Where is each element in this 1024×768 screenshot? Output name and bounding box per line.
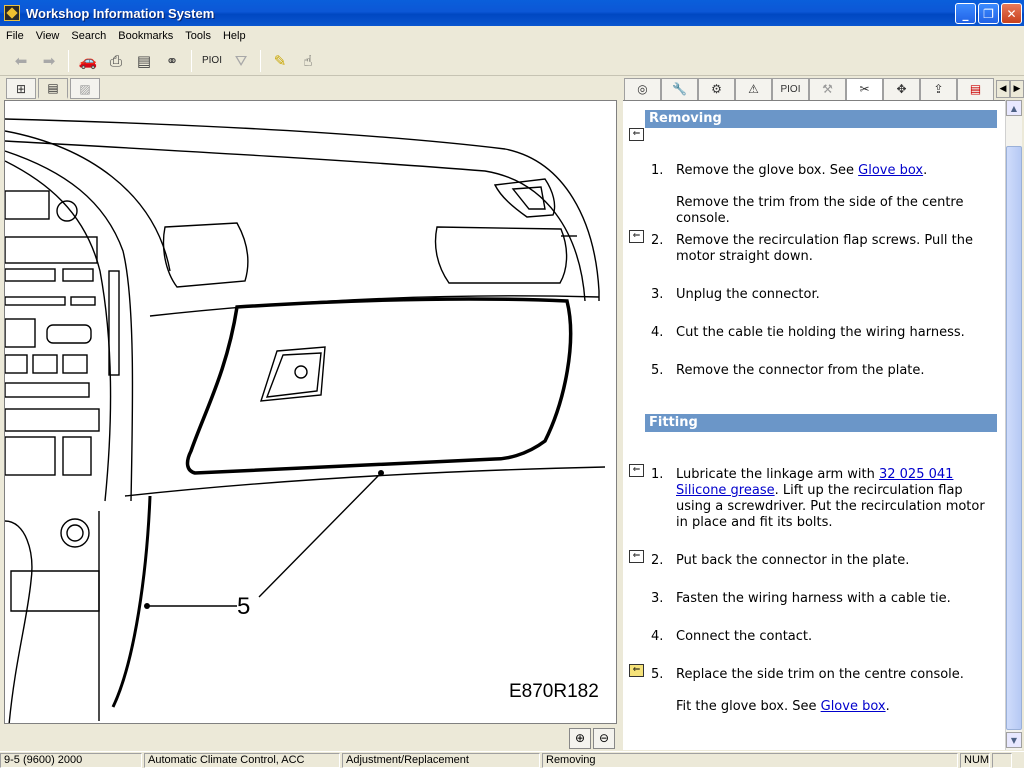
- menu-file[interactable]: File: [0, 30, 30, 42]
- toolbar-separator: [191, 49, 192, 72]
- vertical-scrollbar[interactable]: ▲ ▼: [1005, 100, 1022, 750]
- print-preview-icon[interactable]: ▤: [131, 48, 157, 74]
- binoculars-icon[interactable]: ⚭: [159, 48, 185, 74]
- title-bar: Workshop Information System _ ❐ ✕: [0, 0, 1024, 26]
- pot-icon[interactable]: ◎: [624, 77, 661, 100]
- step-link-icon[interactable]: ⇐: [629, 230, 644, 243]
- menu-tools[interactable]: Tools: [179, 30, 217, 42]
- toolbar-separator: [260, 49, 261, 72]
- removing-step-1: 1. Remove the glove box. See Glove box.: [651, 163, 928, 178]
- fitting-step-1: 1. Lubricate the linkage arm with 32 025…: [651, 467, 985, 530]
- menu-search[interactable]: Search: [65, 30, 112, 42]
- tab-scroll-left-icon[interactable]: ◀: [996, 79, 1010, 98]
- export-icon[interactable]: ⇪: [920, 77, 957, 100]
- callout-number: 5: [237, 593, 250, 620]
- tool-icon[interactable]: ⚒: [809, 77, 846, 100]
- status-extra: [992, 752, 1012, 768]
- move-icon[interactable]: ✥: [883, 77, 920, 100]
- print-icon[interactable]: ⎙: [103, 48, 129, 74]
- right-view-tabs: ◎ 🔧 ⚙ ⚠ PIOI ⚒ ✂ ✥ ⇪ ▤ ◀ ▶: [624, 77, 1024, 100]
- restore-button[interactable]: ❐: [978, 3, 999, 24]
- status-num: NUM: [960, 752, 990, 768]
- zoom-in-icon[interactable]: ⊕: [569, 727, 591, 749]
- note-link-icon[interactable]: ⇐: [629, 664, 644, 677]
- highlighter-icon[interactable]: ✎: [267, 48, 293, 74]
- status-category: Adjustment/Replacement: [342, 752, 540, 768]
- removing-step-5: 5. Remove the connector from the plate.: [651, 363, 925, 378]
- menu-view[interactable]: View: [30, 30, 66, 42]
- zoom-out-icon[interactable]: ⊖: [593, 727, 615, 749]
- forward-arrow-icon[interactable]: ➡: [36, 48, 62, 74]
- removing-heading: Removing: [645, 110, 997, 128]
- pioi-tab[interactable]: PIOI: [772, 77, 809, 100]
- glove-box-link-2[interactable]: Glove box: [821, 699, 886, 714]
- status-section: Removing: [542, 752, 958, 768]
- minimize-button[interactable]: _: [955, 3, 976, 24]
- tab-scroll-right-icon[interactable]: ▶: [1010, 79, 1024, 98]
- removing-step-1-extra: Remove the trim from the side of the cen…: [676, 195, 964, 226]
- status-bar: 9-5 (9600) 2000 Automatic Climate Contro…: [0, 751, 1024, 768]
- fitting-step-4: 4. Connect the contact.: [651, 629, 813, 644]
- scroll-up-icon[interactable]: ▲: [1006, 100, 1022, 116]
- removing-step-4: 4. Cut the cable tie holding the wiring …: [651, 325, 965, 340]
- menu-bookmarks[interactable]: Bookmarks: [112, 30, 179, 42]
- document-red-icon[interactable]: ▤: [957, 77, 994, 100]
- scroll-thumb[interactable]: [1006, 146, 1022, 730]
- left-view-tabs: ⊞ ▤ ▨: [0, 77, 620, 100]
- pioi-button[interactable]: PIOI: [198, 48, 226, 74]
- menu-bar: File View Search Bookmarks Tools Help: [0, 26, 1024, 45]
- scroll-down-icon[interactable]: ▼: [1006, 732, 1022, 748]
- close-button[interactable]: ✕: [1001, 3, 1022, 24]
- tools-crossed-icon[interactable]: ✂: [846, 77, 883, 100]
- zoom-bar: ⊕ ⊖: [4, 726, 617, 750]
- removing-step-2: 2. Remove the recirculation flap screws.…: [651, 233, 973, 264]
- gears-icon[interactable]: ⚙: [698, 77, 735, 100]
- glove-box-link[interactable]: Glove box: [858, 163, 923, 178]
- procedure-link-icon[interactable]: ⇐: [629, 128, 644, 141]
- step-link-icon[interactable]: ⇐: [629, 550, 644, 563]
- instructions-pane: Removing ⇐ 1. Remove the glove box. See …: [623, 100, 1005, 750]
- app-icon: [4, 5, 20, 21]
- diagram-pane: 5 E870R182: [4, 100, 617, 724]
- removing-step-3: 3. Unplug the connector.: [651, 287, 820, 302]
- figure-id: E870R182: [509, 681, 599, 702]
- fitting-heading: Fitting: [645, 414, 997, 432]
- document-view-icon[interactable]: ▤: [38, 78, 68, 99]
- fitting-step-2: 2. Put back the connector in the plate.: [651, 553, 910, 568]
- status-system: Automatic Climate Control, ACC: [144, 752, 340, 768]
- back-arrow-icon[interactable]: ⬅: [8, 48, 34, 74]
- window-title: Workshop Information System: [26, 5, 215, 21]
- filter-icon[interactable]: ⛛: [228, 48, 254, 74]
- menu-help[interactable]: Help: [217, 30, 252, 42]
- status-model: 9-5 (9600) 2000: [0, 752, 142, 768]
- toolbar-separator: [68, 49, 69, 72]
- main-toolbar: ⬅ ➡ 🚗 ⎙ ▤ ⚭ PIOI ⛛ ✎ ☝: [0, 46, 1024, 76]
- dashboard-diagram: 5 E870R182: [5, 118, 606, 723]
- tree-view-icon[interactable]: ⊞: [6, 78, 36, 99]
- fitting-step-5: 5. Replace the side trim on the centre c…: [651, 667, 964, 682]
- wrench-icon[interactable]: 🔧: [661, 77, 698, 100]
- warning-gear-icon[interactable]: ⚠: [735, 77, 772, 100]
- fitting-step-5-extra: Fit the glove box. See Glove box.: [676, 699, 890, 714]
- pointer-note-icon[interactable]: ☝: [295, 48, 321, 74]
- image-view-icon[interactable]: ▨: [70, 78, 100, 99]
- step-link-icon[interactable]: ⇐: [629, 464, 644, 477]
- car-icon[interactable]: 🚗: [75, 48, 101, 74]
- fitting-step-3: 3. Fasten the wiring harness with a cabl…: [651, 591, 951, 606]
